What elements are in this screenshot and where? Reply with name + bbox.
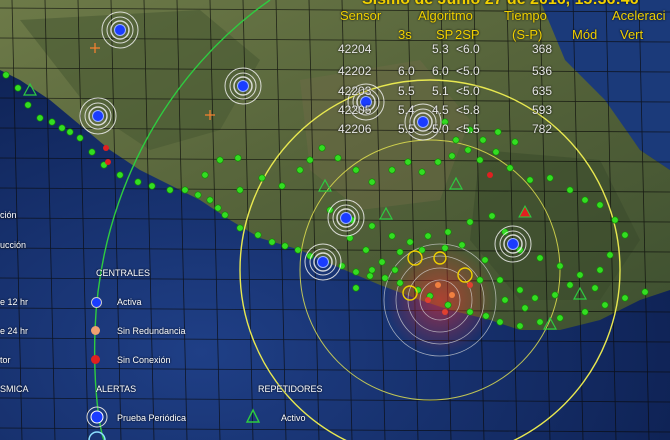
- table-cell-sensor: 42204: [338, 42, 372, 56]
- header-tiempo: Tiempo: [504, 8, 547, 23]
- central-station-marker[interactable]: [327, 199, 365, 237]
- table-cell-sensor: 42202: [338, 64, 372, 78]
- subheader-s-p: (S-P): [512, 27, 543, 42]
- central-station-marker[interactable]: [224, 67, 262, 105]
- table-cell-s2p: <5.8: [456, 103, 480, 117]
- event-title: Sismo de Junio 27 de 2016, 15:36:46: [362, 0, 639, 9]
- table-cell-tiempo: 782: [532, 122, 553, 136]
- legend-active-icon: [91, 297, 102, 308]
- table-cell-sensor: 42205: [338, 103, 372, 117]
- legend-sin-conexion-icon: [91, 355, 100, 364]
- legend-active-label: Activa: [117, 297, 142, 307]
- table-cell-s2p: <5.0: [456, 64, 480, 78]
- legend-alertas-heading: ALERTAS: [96, 384, 137, 394]
- table-cell-sp: 5.1: [432, 84, 449, 98]
- table-cell-tiempo: 593: [532, 103, 553, 117]
- legend-fragment: e 24 hr: [0, 326, 29, 336]
- legend-fragment: e 12 hr: [0, 297, 29, 307]
- table-cell-s3: 5.5: [398, 122, 415, 136]
- table-cell-tiempo: 368: [532, 42, 553, 56]
- table-cell-sp: 5.3: [432, 42, 449, 56]
- legend-prueba-periodica-icon: [86, 406, 108, 440]
- table-cell-sensor: 42203: [338, 84, 372, 98]
- legend-fragment: ción: [0, 210, 17, 220]
- table-cell-tiempo: 635: [532, 84, 553, 98]
- legend-centrales-heading: CENTRALES: [96, 268, 151, 278]
- legend-fragment: ucción: [0, 240, 27, 250]
- legend-fragment: SMICA: [0, 384, 29, 394]
- header-algoritmo: Algoritmo: [418, 8, 473, 23]
- legend-repetidores-heading: REPETIDORES: [258, 384, 323, 394]
- table-cell-tiempo: 536: [532, 64, 553, 78]
- subheader-mod: Mód: [572, 27, 598, 42]
- table-cell-sp: 4.5: [432, 103, 449, 117]
- legend-sin-redundancia-label: Sin Redundancia: [117, 326, 186, 336]
- central-station-marker[interactable]: [304, 243, 342, 281]
- seismic-alert-map[interactable]: Sismo de Junio 27 de 2016, 15:36:46 Sens…: [0, 0, 670, 440]
- subheader-3s: 3s: [398, 27, 412, 42]
- legend-sin-redundancia-icon: [91, 326, 100, 335]
- table-cell-s2p: <6.0: [456, 42, 480, 56]
- legend-sin-conexion-label: Sin Conexión: [117, 355, 171, 365]
- legend-prueba-periodica-label: Prueba Periódica: [117, 413, 187, 423]
- legend-repeater-icon: [245, 408, 261, 423]
- table-cell-s3: 6.0: [398, 64, 415, 78]
- central-station-marker[interactable]: [79, 97, 117, 135]
- table-cell-s3: 5.5: [398, 84, 415, 98]
- table-cell-s2p: <5.5: [456, 122, 480, 136]
- central-station-marker[interactable]: [101, 11, 139, 49]
- table-cell-sensor: 42206: [338, 122, 372, 136]
- subheader-vert: Vert: [620, 27, 644, 42]
- subheader-2sp: 2SP: [455, 27, 480, 42]
- epicenter-glow: [385, 245, 495, 355]
- header-aceleracion: Aceleraci: [612, 8, 666, 23]
- table-cell-s3: 5.4: [398, 103, 415, 117]
- table-cell-sp: 5.0: [432, 122, 449, 136]
- legend-fragment: tor: [0, 355, 11, 365]
- subheader-sp: SP: [436, 27, 454, 42]
- header-sensor: Sensor: [340, 8, 382, 23]
- table-cell-s2p: <5.0: [456, 84, 480, 98]
- table-cell-sp: 6.0: [432, 64, 449, 78]
- legend-repeater-label: Activo: [281, 413, 306, 423]
- map-canvas: [0, 0, 670, 440]
- central-station-marker[interactable]: [494, 225, 532, 263]
